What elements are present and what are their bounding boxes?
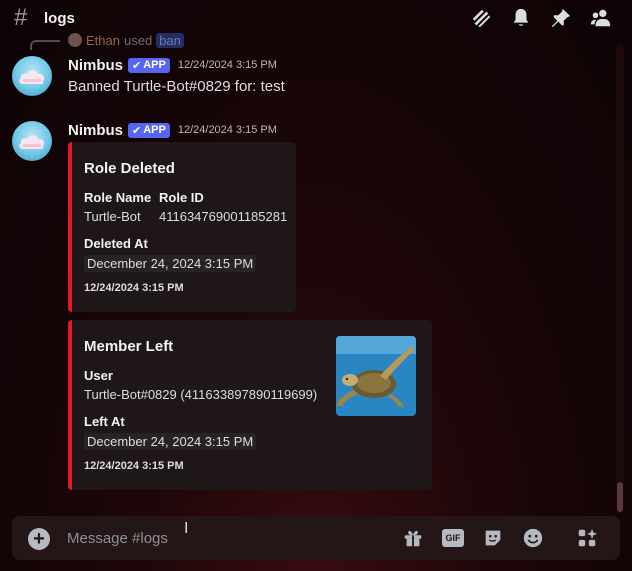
- command-reply-preview[interactable]: Ethan used ban: [68, 32, 184, 48]
- channel-header: # logs: [0, 0, 632, 36]
- field-name-role-id: Role ID: [159, 190, 204, 205]
- emoji-icon[interactable]: [520, 526, 546, 550]
- message-text: Banned Turtle-Bot#0829 for: test: [68, 78, 285, 95]
- pin-icon[interactable]: [548, 6, 574, 30]
- gift-icon[interactable]: [400, 526, 426, 550]
- username[interactable]: Nimbus: [68, 122, 123, 139]
- embed-footer: 12/24/2024 3:15 PM: [84, 460, 184, 472]
- message-1: Nimbus ✔ APP 12/24/2024 3:15 PM Banned Tu…: [12, 56, 572, 100]
- field-name-deleted-at: Deleted At: [84, 236, 148, 251]
- app-badge: ✔ APP: [128, 122, 170, 138]
- add-attachment-button[interactable]: +: [28, 528, 50, 550]
- reply-used-text: used: [123, 32, 153, 48]
- header-toolbar: [468, 6, 614, 30]
- channel-hash-icon: #: [14, 4, 28, 31]
- message-input[interactable]: [67, 528, 387, 548]
- username[interactable]: Nimbus: [68, 57, 123, 74]
- check-icon: ✔: [132, 124, 142, 137]
- avatar[interactable]: [12, 121, 52, 161]
- embed-footer: 12/24/2024 3:15 PM: [84, 282, 184, 294]
- gif-icon[interactable]: GIF: [440, 526, 466, 550]
- field-value-role-name: Turtle-Bot: [84, 209, 141, 224]
- embed-title: Member Left: [84, 338, 174, 355]
- embed-title: Role Deleted: [84, 160, 175, 177]
- timestamp: 12/24/2024 3:15 PM: [177, 124, 277, 136]
- scrollbar-track[interactable]: [616, 44, 624, 512]
- embed-member-left: Member Left User Turtle-Bot#0829 (411633…: [68, 320, 432, 490]
- reply-command: ban: [156, 32, 184, 48]
- timestamp: 12/24/2024 3:15 PM: [177, 59, 277, 71]
- field-value-role-id: 411634769001185281: [159, 209, 288, 224]
- text-cursor-icon: I: [184, 520, 189, 537]
- scrollbar-thumb[interactable]: [617, 482, 623, 512]
- field-name-user: User: [84, 368, 113, 383]
- sticker-icon[interactable]: [480, 526, 506, 550]
- composer-toolbar: GIF: [400, 526, 600, 550]
- field-value-deleted-at: December 24, 2024 3:15 PM: [84, 255, 257, 272]
- apps-icon[interactable]: [574, 526, 600, 550]
- avatar[interactable]: [12, 56, 52, 96]
- field-value-left-at: December 24, 2024 3:15 PM: [84, 433, 257, 450]
- members-icon[interactable]: [588, 6, 614, 30]
- channel-name: logs: [44, 9, 75, 27]
- reply-avatar: [68, 33, 82, 47]
- message-header: Nimbus ✔ APP 12/24/2024 3:15 PM: [68, 121, 277, 139]
- cloud-icon: [19, 135, 45, 149]
- app-badge: ✔ APP: [128, 57, 170, 73]
- reply-username: Ethan: [86, 32, 120, 48]
- threads-icon[interactable]: [468, 6, 494, 30]
- cloud-icon: [19, 70, 45, 84]
- turtle-illustration: [336, 336, 416, 416]
- bell-icon[interactable]: [508, 6, 534, 30]
- message-composer: + I GIF: [12, 516, 620, 560]
- gif-label: GIF: [442, 529, 464, 547]
- message-header: Nimbus ✔ APP 12/24/2024 3:15 PM: [68, 56, 277, 74]
- reply-connector: [30, 40, 60, 50]
- check-icon: ✔: [132, 59, 142, 72]
- sea-turtle-image[interactable]: [336, 336, 416, 416]
- field-value-user: Turtle-Bot#0829 (411633897890119699): [84, 387, 318, 402]
- field-name-role-name: Role Name: [84, 190, 152, 205]
- field-name-left-at: Left At: [84, 414, 125, 429]
- embed-role-deleted: Role Deleted Role Name Turtle-Bot Role I…: [68, 142, 296, 312]
